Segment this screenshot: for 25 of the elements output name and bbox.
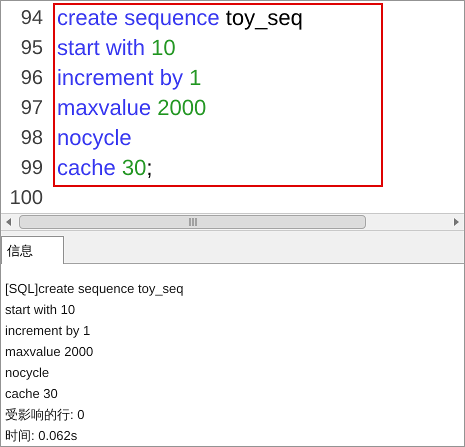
message-line: [SQL]create sequence toy_seq <box>5 280 185 298</box>
message-line: cache 30 <box>5 385 59 403</box>
code-line: cache 30; <box>57 154 152 182</box>
message-line: maxvalue 2000 <box>5 343 94 361</box>
message-line: nocycle <box>5 364 50 382</box>
message-line: 时间: 0.062s <box>5 427 78 445</box>
line-number: 98 <box>20 126 44 151</box>
line-number: 97 <box>20 96 44 121</box>
code-line: start with 10 <box>57 34 176 62</box>
code-line: create sequence toy_seq <box>57 4 303 32</box>
line-number: 100 <box>8 186 44 211</box>
code-line: nocycle <box>57 124 132 152</box>
line-number: 99 <box>20 156 44 181</box>
message-line: increment by 1 <box>5 322 92 340</box>
code-line: increment by 1 <box>57 64 202 92</box>
line-number: 96 <box>20 66 44 91</box>
scrollbar-thumb[interactable] <box>19 215 366 229</box>
tab[interactable]: 信息 <box>1 236 64 264</box>
grip-icon <box>188 218 196 226</box>
line-number: 95 <box>20 36 44 61</box>
message-line: 受影响的行: 0 <box>5 406 86 424</box>
line-number: 94 <box>20 6 44 31</box>
horizontal-scrollbar[interactable] <box>1 213 464 231</box>
message-line: start with 10 <box>5 301 76 319</box>
code-line: maxvalue 2000 <box>57 94 206 122</box>
